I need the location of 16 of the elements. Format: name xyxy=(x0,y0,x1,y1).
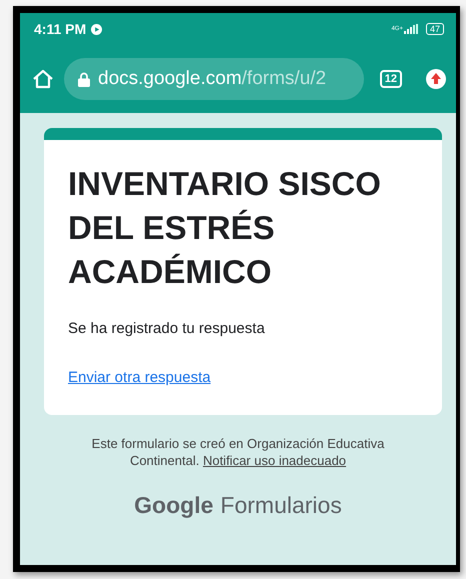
signal-icon xyxy=(404,24,420,34)
play-icon xyxy=(91,24,102,34)
tab-count-button[interactable]: 12 xyxy=(380,70,402,88)
product-name: Formularios xyxy=(220,492,342,519)
brand-logo: Google xyxy=(134,492,214,519)
submit-another-link[interactable]: Enviar otra respuesta xyxy=(68,369,211,386)
clock: 4:11 PM xyxy=(34,21,86,37)
battery-level: 47 xyxy=(426,23,444,35)
report-abuse-link[interactable]: Notificar uso inadecuado xyxy=(202,453,346,468)
form-title: INVENTARIO SISCO DEL ESTRÉS ACADÉMICO xyxy=(68,164,382,292)
lock-icon xyxy=(78,72,90,86)
footer-note: Este formulario se creó en Organización Educativa Continental. Notificar uso inadecuado xyxy=(90,435,386,469)
confirmation-message: Se ha registrado tu respuesta xyxy=(68,320,265,337)
upload-icon[interactable] xyxy=(426,69,446,89)
address-bar[interactable]: docs.google.com/forms/u/2 xyxy=(64,58,364,100)
home-icon[interactable] xyxy=(32,68,54,90)
